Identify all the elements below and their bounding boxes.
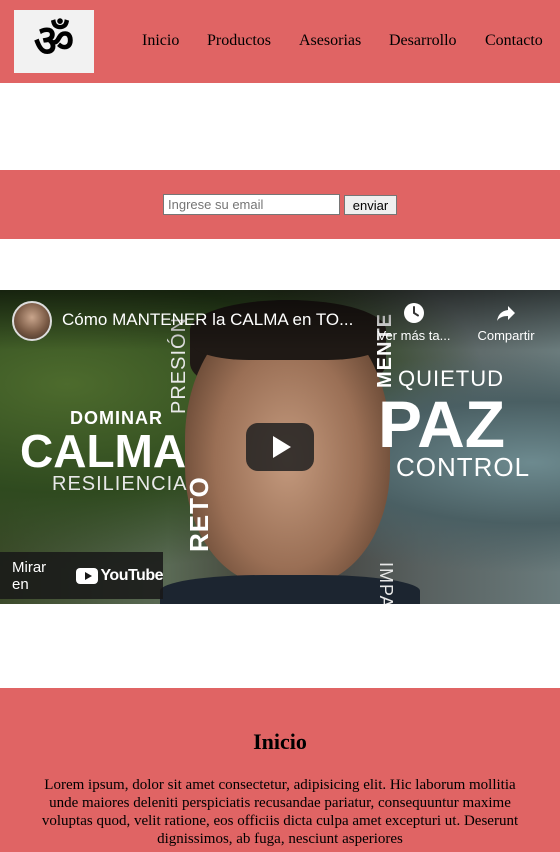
- thumb-word-impasible: IMPASIBLE: [375, 562, 396, 604]
- watch-on-label: Mirar en: [12, 558, 47, 593]
- nav-link-contacto[interactable]: Contacto: [485, 32, 543, 50]
- play-icon: [273, 436, 291, 458]
- site-header: ॐ Inicio Productos Asesorias Desarrollo …: [0, 0, 560, 83]
- share-label: Compartir: [477, 328, 535, 343]
- section-body-text: Lorem ipsum, dolor sit amet consectetur,…: [41, 777, 519, 847]
- thumb-word-paz: PAZ: [378, 387, 506, 461]
- send-button[interactable]: enviar: [344, 195, 397, 215]
- channel-avatar[interactable]: [12, 301, 52, 341]
- youtube-wordmark: YouTube: [100, 566, 163, 584]
- thumb-word-control: CONTROL: [396, 452, 531, 482]
- clock-icon: [374, 302, 454, 328]
- email-input[interactable]: [163, 194, 340, 215]
- play-button[interactable]: [246, 423, 314, 471]
- watch-on-youtube-button[interactable]: Mirar en YouTube: [0, 552, 163, 599]
- thumb-word-resiliencia: RESILIENCIA: [52, 473, 188, 495]
- thumb-word-reto: RETO: [184, 476, 214, 552]
- nav-link-asesorias[interactable]: Asesorias: [299, 32, 361, 50]
- video-title[interactable]: Cómo MANTENER la CALMA en TO...: [62, 310, 362, 330]
- youtube-video-embed[interactable]: DOMINAR CALMA RESILIENCIA PRESIÓN RETO M…: [0, 290, 560, 604]
- watch-later-label: Ver más ta...: [377, 328, 451, 343]
- subscribe-section: enviar: [0, 170, 560, 239]
- nav-link-inicio[interactable]: Inicio: [142, 32, 179, 50]
- thumb-word-calma: CALMA: [20, 425, 187, 477]
- section-heading: Inicio: [253, 729, 307, 754]
- share-button[interactable]: Compartir: [466, 302, 546, 343]
- youtube-logo-icon: YouTube: [76, 567, 163, 585]
- nav-link-desarrollo[interactable]: Desarrollo: [389, 32, 457, 50]
- watch-later-button[interactable]: Ver más ta...: [374, 302, 454, 343]
- share-arrow-icon: [466, 302, 546, 328]
- inicio-section: Inicio Lorem ipsum, dolor sit amet conse…: [0, 688, 560, 852]
- nav-link-productos[interactable]: Productos: [207, 32, 271, 50]
- main-nav: Inicio Productos Asesorias Desarrollo Co…: [0, 32, 560, 52]
